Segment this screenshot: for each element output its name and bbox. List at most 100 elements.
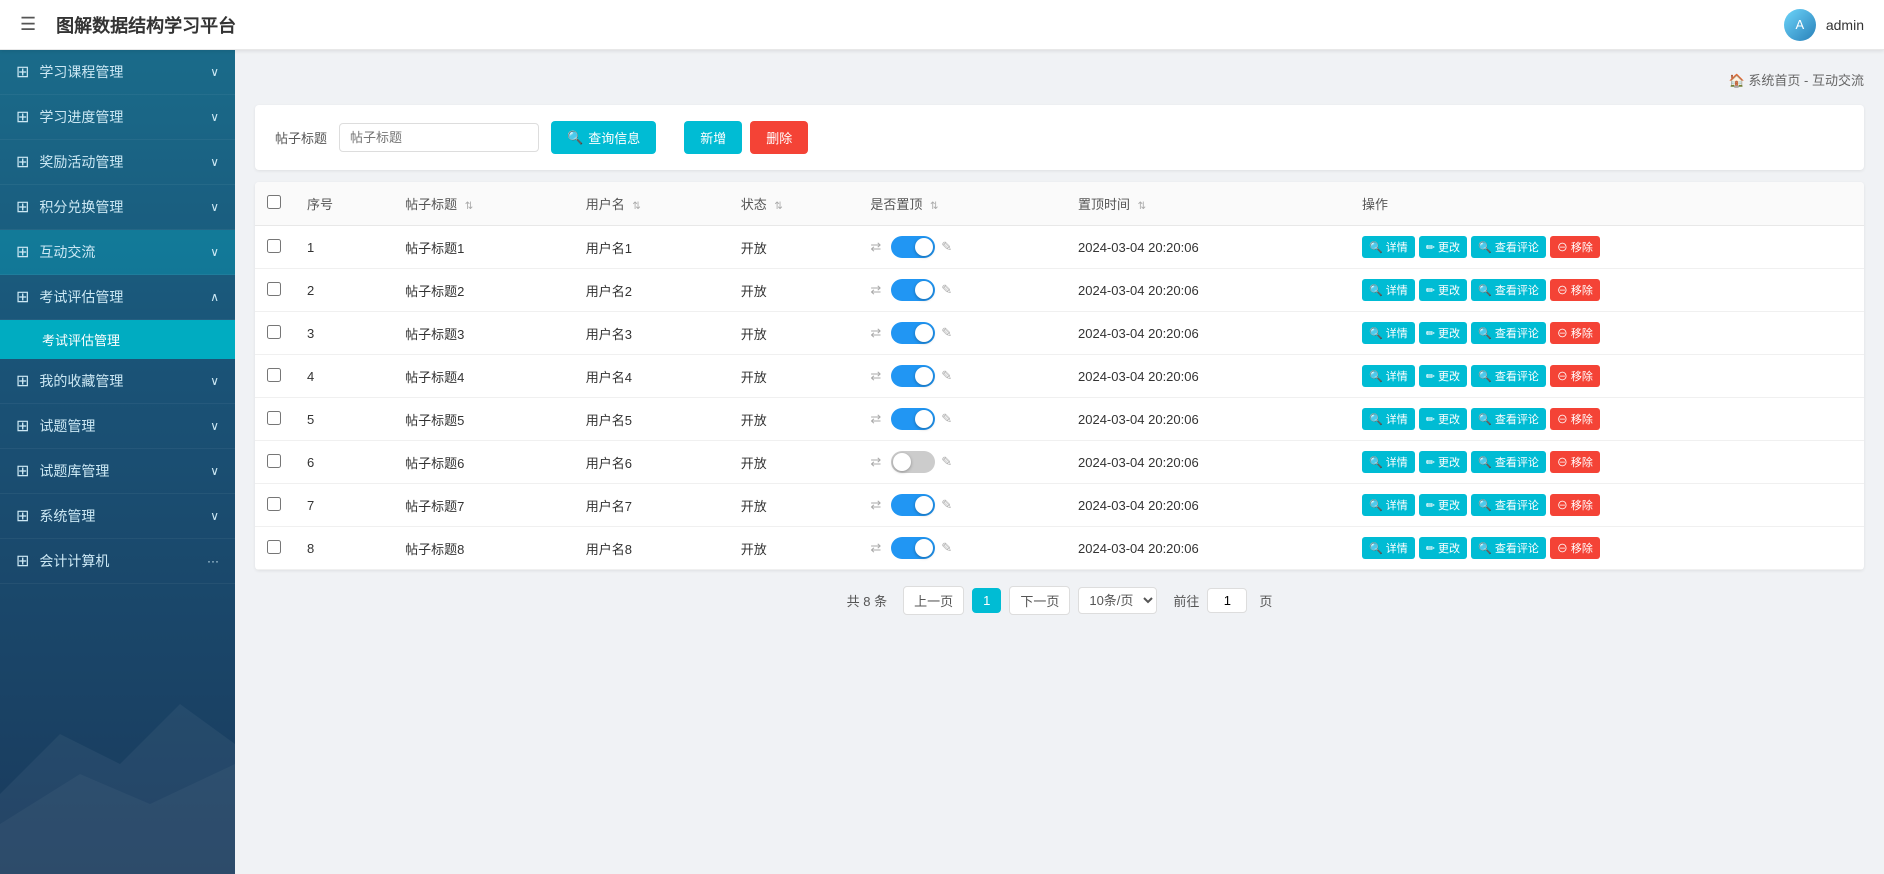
add-button[interactable]: 新增 (684, 121, 742, 154)
edit-button[interactable]: ✏ 更改 (1419, 537, 1467, 559)
comment-button[interactable]: 🔍 查看评论 (1471, 408, 1546, 430)
detail-button[interactable]: 🔍 详情 (1362, 408, 1415, 430)
edit-pencil-icon[interactable]: ✎ (941, 411, 952, 427)
edit-button[interactable]: ✏ 更改 (1419, 365, 1467, 387)
comment-button[interactable]: 🔍 查看评论 (1471, 236, 1546, 258)
edit-button[interactable]: ✏ 更改 (1419, 236, 1467, 258)
edit-pencil-icon[interactable]: ✎ (941, 540, 952, 556)
remove-button[interactable]: ⊖ 移除 (1550, 408, 1600, 430)
table-row: 2 帖子标题2 用户名2 开放 ⇄ ✎ 2024-03-04 20:20:06 … (255, 269, 1864, 312)
action-group: 新增 删除 (684, 121, 808, 154)
detail-button[interactable]: 🔍 详情 (1362, 279, 1415, 301)
pin-toggle[interactable] (891, 537, 935, 559)
share-icon: ⇄ (870, 454, 881, 470)
cell-status: 开放 (729, 269, 859, 312)
edit-button[interactable]: ✏ 更改 (1419, 408, 1467, 430)
search-input[interactable] (339, 123, 539, 152)
sidebar-item-course[interactable]: ⊞ 学习课程管理 ∨ (0, 50, 235, 95)
pin-toggle[interactable] (891, 451, 935, 473)
comment-button[interactable]: 🔍 查看评论 (1471, 494, 1546, 516)
detail-button[interactable]: 🔍 详情 (1362, 451, 1415, 473)
remove-button[interactable]: ⊖ 移除 (1550, 322, 1600, 344)
remove-button[interactable]: ⊖ 移除 (1550, 365, 1600, 387)
sidebar-item-progress[interactable]: ⊞ 学习进度管理 ∨ (0, 95, 235, 140)
table-row: 1 帖子标题1 用户名1 开放 ⇄ ✎ 2024-03-04 20:20:06 … (255, 226, 1864, 269)
col-status[interactable]: 状态 ⇅ (729, 182, 859, 226)
edit-pencil-icon[interactable]: ✎ (941, 325, 952, 341)
goto-page-input[interactable] (1207, 588, 1247, 613)
edit-pencil-icon[interactable]: ✎ (941, 368, 952, 384)
pin-toggle[interactable] (891, 408, 935, 430)
cell-actions: 🔍 详情 ✏ 更改 🔍 查看评论 ⊖ 移除 (1350, 269, 1864, 312)
next-page-button[interactable]: 下一页 (1009, 586, 1070, 615)
comment-button[interactable]: 🔍 查看评论 (1471, 365, 1546, 387)
col-username[interactable]: 用户名 ⇅ (574, 182, 729, 226)
comment-button[interactable]: 🔍 查看评论 (1471, 537, 1546, 559)
sidebar-item-questionbank-label: 试题库管理 (39, 461, 109, 481)
prev-page-button[interactable]: 上一页 (903, 586, 964, 615)
pin-toggle[interactable] (891, 322, 935, 344)
edit-pencil-icon[interactable]: ✎ (941, 282, 952, 298)
detail-button[interactable]: 🔍 详情 (1362, 537, 1415, 559)
sidebar-item-points[interactable]: ⊞ 积分兑换管理 ∨ (0, 185, 235, 230)
edit-button[interactable]: ✏ 更改 (1419, 494, 1467, 516)
edit-button[interactable]: ✏ 更改 (1419, 451, 1467, 473)
pin-toggle[interactable] (891, 236, 935, 258)
comment-button[interactable]: 🔍 查看评论 (1471, 451, 1546, 473)
row-checkbox[interactable] (267, 282, 281, 296)
detail-button[interactable]: 🔍 详情 (1362, 365, 1415, 387)
sidebar-item-questions[interactable]: ⊞ 试题管理 ∨ (0, 404, 235, 449)
pin-toggle[interactable] (891, 279, 935, 301)
sidebar-item-other[interactable]: ⊞ 会计计算机 ··· (0, 539, 235, 584)
delete-button[interactable]: 删除 (750, 121, 808, 154)
main-content: 🏠 系统首页 - 互动交流 帖子标题 🔍 查询信息 新增 删除 (235, 50, 1884, 874)
cell-pin-time: 2024-03-04 20:20:06 (1066, 355, 1350, 398)
edit-pencil-icon[interactable]: ✎ (941, 239, 952, 255)
detail-button[interactable]: 🔍 详情 (1362, 494, 1415, 516)
row-checkbox[interactable] (267, 368, 281, 382)
row-checkbox[interactable] (267, 325, 281, 339)
comment-button[interactable]: 🔍 查看评论 (1471, 322, 1546, 344)
action-btns: 🔍 详情 ✏ 更改 🔍 查看评论 ⊖ 移除 (1362, 451, 1852, 473)
menu-icon[interactable]: ☰ (20, 14, 36, 35)
page-size-select[interactable]: 10条/页 (1078, 587, 1157, 614)
row-checkbox[interactable] (267, 454, 281, 468)
remove-button[interactable]: ⊖ 移除 (1550, 279, 1600, 301)
sidebar-item-system[interactable]: ⊞ 系统管理 ∨ (0, 494, 235, 539)
col-pin-time[interactable]: 置顶时间 ⇅ (1066, 182, 1350, 226)
sidebar-item-interact[interactable]: ⊞ 互动交流 ∨ (0, 230, 235, 275)
edit-pencil-icon[interactable]: ✎ (941, 497, 952, 513)
pin-toggle[interactable] (891, 365, 935, 387)
sidebar-sub-item-exam-mgmt[interactable]: 考试评估管理 (0, 320, 235, 359)
edit-button[interactable]: ✏ 更改 (1419, 279, 1467, 301)
col-title[interactable]: 帖子标题 ⇅ (393, 182, 574, 226)
select-all-checkbox[interactable] (267, 195, 281, 209)
row-checkbox[interactable] (267, 497, 281, 511)
sidebar-item-exam[interactable]: ⊞ 考试评估管理 ∧ (0, 275, 235, 320)
pagination: 共 8 条 上一页 1 下一页 10条/页 前往 页 (255, 570, 1864, 631)
edit-button[interactable]: ✏ 更改 (1419, 322, 1467, 344)
sidebar-item-reward[interactable]: ⊞ 奖励活动管理 ∨ (0, 140, 235, 185)
row-checkbox[interactable] (267, 411, 281, 425)
detail-button[interactable]: 🔍 详情 (1362, 236, 1415, 258)
cell-pinned: ⇄ ✎ (858, 312, 1066, 355)
cell-pinned: ⇄ ✎ (858, 226, 1066, 269)
row-checkbox[interactable] (267, 239, 281, 253)
page-1-button[interactable]: 1 (972, 588, 1001, 613)
search-button[interactable]: 🔍 查询信息 (551, 121, 656, 154)
detail-button[interactable]: 🔍 详情 (1362, 322, 1415, 344)
share-icon: ⇄ (870, 325, 881, 341)
col-pinned[interactable]: 是否置顶 ⇅ (858, 182, 1066, 226)
remove-button[interactable]: ⊖ 移除 (1550, 236, 1600, 258)
pin-toggle[interactable] (891, 494, 935, 516)
remove-button[interactable]: ⊖ 移除 (1550, 537, 1600, 559)
toggle-wrap: ⇄ ✎ (870, 236, 1054, 258)
remove-button[interactable]: ⊖ 移除 (1550, 451, 1600, 473)
sidebar-item-collection[interactable]: ⊞ 我的收藏管理 ∨ (0, 359, 235, 404)
comment-button[interactable]: 🔍 查看评论 (1471, 279, 1546, 301)
row-checkbox[interactable] (267, 540, 281, 554)
remove-button[interactable]: ⊖ 移除 (1550, 494, 1600, 516)
avatar[interactable]: A (1784, 9, 1816, 41)
edit-pencil-icon[interactable]: ✎ (941, 454, 952, 470)
sidebar-item-questionbank[interactable]: ⊞ 试题库管理 ∨ (0, 449, 235, 494)
